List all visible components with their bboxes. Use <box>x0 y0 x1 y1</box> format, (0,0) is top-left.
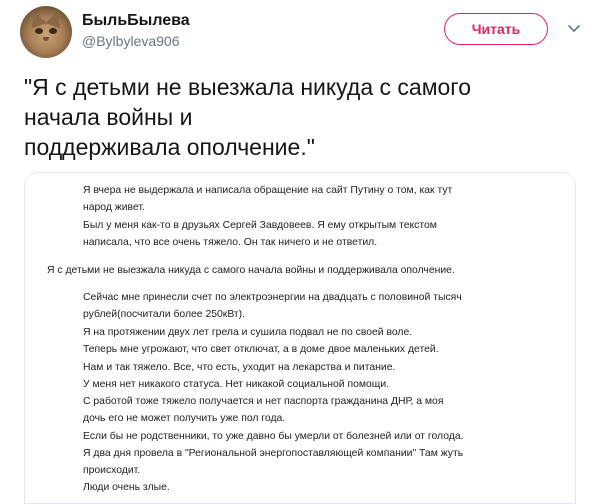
media-text-line: написала, что все очень тяжело. Он так н… <box>83 237 378 248</box>
tweet-text-line: поддерживала ополчение." <box>24 134 315 160</box>
media-text-line: Я с детьми не выезжала никуда с самого н… <box>47 265 455 276</box>
media-text-line: Я вчера не выдержала и написала обращени… <box>83 185 453 196</box>
tweet-text-line: начала войны и <box>24 104 193 130</box>
chevron-down-icon[interactable] <box>567 22 581 36</box>
media-text-line: дочь его не может получить уже пол года. <box>83 413 286 424</box>
author-display-name[interactable]: БыльБылева <box>82 12 190 30</box>
media-text-line: рублей(посчитали более 250кВт). <box>83 309 246 320</box>
chevron-down-icon-glyph <box>568 25 580 32</box>
media-text-line: Я два дня провела в "Региональной энерго… <box>83 448 464 459</box>
media-text-line: Я на протяжении двух лет грела и сушила … <box>83 327 413 338</box>
cat-nose <box>43 37 49 41</box>
author-handle[interactable]: @Bylbyleva906 <box>82 33 180 49</box>
media-text-line: Был у меня как-то в друзьях Сергей Завдо… <box>83 220 437 231</box>
media-text-line: народ живет. <box>83 202 145 213</box>
follow-button[interactable]: Читать <box>444 13 548 45</box>
cat-eye-right <box>49 28 57 34</box>
screenshot-text-block: Я вчера не выдержала и написала обращени… <box>25 173 575 503</box>
media-text-line: Теперь мне угрожают, что свет отключат, … <box>83 344 439 355</box>
tweet-text: "Я с детьми не выезжала никуда с самого … <box>24 72 584 162</box>
cat-ear-left <box>27 9 47 29</box>
media-text-line: С работой тоже тяжело получается и нет п… <box>83 396 444 407</box>
media-text-line: Сейчас мне принесли счет по электроэнерг… <box>83 292 462 303</box>
media-text-line: Люди очень злые. <box>83 482 170 493</box>
tweet: БыльБылева @Bylbyleva906 Читать "Я с дет… <box>0 0 598 504</box>
tweet-text-line: "Я с детьми не выезжала никуда с самого <box>24 74 471 100</box>
cat-eye-left <box>35 28 43 34</box>
attached-image[interactable]: Я вчера не выдержала и написала обращени… <box>24 172 576 504</box>
avatar[interactable] <box>20 6 72 58</box>
media-text-line: Нам и так тяжело. Все, что есть, уходит … <box>83 362 396 373</box>
media-text-line: происходит. <box>83 465 141 476</box>
cat-ear-right <box>45 9 65 29</box>
media-text-line: У меня нет никакого статуса. Нет никакой… <box>83 379 390 390</box>
media-text-line: Если бы не родственники, то уже давно бы… <box>83 431 464 442</box>
